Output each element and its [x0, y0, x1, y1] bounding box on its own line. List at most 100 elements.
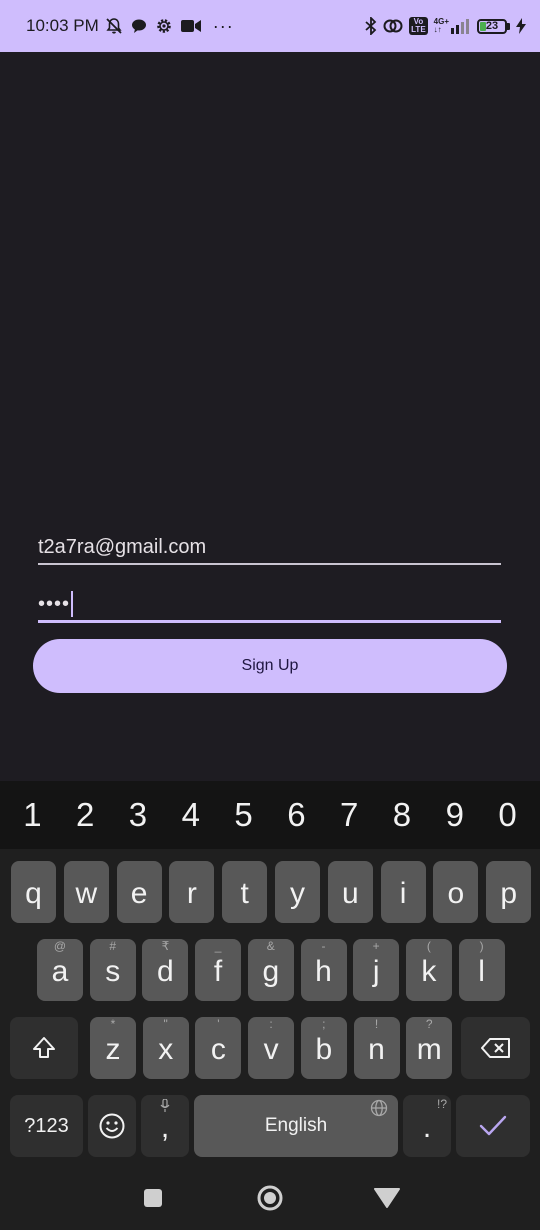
key-label: w [75, 877, 98, 910]
key-label: t [240, 877, 249, 910]
bluetooth-icon [365, 17, 377, 35]
key-label: e [130, 877, 148, 910]
status-time: 10:03 PM [26, 16, 99, 35]
letter-key[interactable]: y [275, 861, 320, 923]
key-hint: ) [479, 939, 484, 953]
key-label: o [447, 877, 465, 910]
key-label: l [478, 955, 485, 988]
sign-up-button[interactable]: Sign Up [33, 639, 507, 693]
letter-key[interactable]: (k [405, 939, 452, 1001]
number-row: 1234567890 [0, 781, 540, 849]
back-button[interactable] [372, 1185, 402, 1211]
key-hint: ₹ [161, 939, 170, 953]
key-hint: * [110, 1017, 116, 1031]
letter-key[interactable]: -h [300, 939, 347, 1001]
mute-notification-icon [105, 17, 123, 35]
number-key[interactable]: 6 [271, 796, 321, 834]
hotspot-icon [383, 18, 403, 34]
letter-key[interactable]: ? m [406, 1017, 453, 1079]
letter-key[interactable]: ' c [195, 1017, 242, 1079]
symbols-key[interactable]: ?123 [10, 1095, 83, 1157]
emoji-icon [99, 1113, 125, 1139]
number-key[interactable]: 7 [324, 796, 374, 834]
letter-key[interactable]: _ f [195, 939, 242, 1001]
globe-icon [370, 1099, 388, 1117]
letter-key[interactable]: ; b [300, 1017, 347, 1079]
letter-key[interactable]: ₹ d [142, 939, 189, 1001]
emoji-key[interactable] [88, 1095, 136, 1157]
recents-button[interactable] [140, 1185, 166, 1211]
email-value: t2a7ra@gmail.com [38, 536, 207, 558]
key-label: b [315, 1033, 333, 1066]
key-label: j [372, 955, 380, 988]
key-label: f [213, 955, 223, 988]
letter-key[interactable]: i [380, 861, 426, 923]
letter-key[interactable]: e [116, 861, 162, 923]
letter-key[interactable]: " x [142, 1017, 189, 1079]
key-label: s [105, 955, 121, 988]
email-field[interactable]: t2a7ra@gmail.com [38, 530, 501, 565]
number-key[interactable]: 2 [60, 796, 110, 834]
key-label: p [500, 877, 518, 910]
backspace-icon [480, 1038, 510, 1058]
key-hint: @ [53, 939, 67, 953]
letter-key[interactable]: @ a [37, 939, 83, 1001]
password-value: •••• [38, 592, 71, 615]
letter-key[interactable]: ! n [353, 1017, 400, 1079]
letter-key[interactable]: + j [353, 939, 400, 1001]
key-label: x [158, 1033, 174, 1066]
comma-key[interactable]: , [141, 1095, 189, 1157]
letter-key[interactable]: r [169, 861, 215, 923]
settings-gear-icon [155, 17, 173, 35]
soft-keyboard: 1234567890 q w e r t y u i o p @ a # s ₹ d _ f & g - h + j(k) l *… [0, 781, 540, 1167]
number-key[interactable]: 4 [166, 796, 216, 834]
shift-icon [33, 1037, 55, 1058]
password-field[interactable]: •••• [38, 588, 501, 623]
letter-key[interactable]: ) l [458, 939, 505, 1001]
number-key[interactable]: 0 [483, 796, 533, 834]
charging-icon [516, 18, 526, 34]
letter-key[interactable]: o [433, 861, 479, 923]
key-hint: _ [214, 939, 222, 953]
number-key[interactable]: 3 [113, 796, 163, 834]
status-left-icons: ··· [105, 16, 234, 37]
shift-key[interactable] [10, 1017, 78, 1079]
chat-bubble-icon [131, 18, 147, 34]
key-hint: # [109, 939, 117, 953]
number-key[interactable]: 1 [7, 796, 57, 834]
letter-key[interactable]: & g [247, 939, 294, 1001]
key-hint: - [321, 939, 326, 953]
letter-key[interactable]: w [63, 861, 109, 923]
key-hint: + [372, 939, 380, 953]
letter-key[interactable]: t [222, 861, 268, 923]
key-label: m [416, 1033, 442, 1066]
period-key[interactable]: !? . [403, 1095, 451, 1157]
space-key[interactable]: English [194, 1095, 398, 1157]
home-button[interactable] [255, 1183, 285, 1213]
text-cursor [71, 591, 74, 617]
more-dots-icon: ··· [212, 15, 234, 36]
enter-key[interactable] [456, 1095, 530, 1157]
video-camera-icon [180, 19, 201, 33]
key-hint: ? [425, 1017, 433, 1031]
back-triangle-icon [374, 1188, 400, 1208]
letter-key[interactable]: u [327, 861, 373, 923]
letter-key[interactable]: p [486, 861, 532, 923]
screen: 10:03 PM ··· Vo LTE 4G+ ↓↑ 23 t2a7ra@gma… [0, 0, 540, 1230]
microphone-icon [160, 1099, 170, 1112]
checkmark-icon [479, 1115, 507, 1136]
key-hint: ; [322, 1017, 326, 1031]
key-label: n [368, 1033, 385, 1066]
number-key[interactable]: 5 [219, 796, 269, 834]
letter-key[interactable]: # s [89, 939, 136, 1001]
letter-key[interactable]: :v [248, 1017, 295, 1079]
number-key[interactable]: 8 [377, 796, 427, 834]
letter-key[interactable]: q [11, 861, 56, 923]
number-key[interactable]: 9 [430, 796, 480, 834]
key-label: r [186, 877, 197, 910]
key-label: c [210, 1033, 226, 1066]
backspace-key[interactable] [461, 1017, 530, 1079]
letter-key[interactable]: * z [90, 1017, 136, 1079]
key-hint: " [163, 1017, 168, 1031]
key-label: a [51, 955, 69, 988]
